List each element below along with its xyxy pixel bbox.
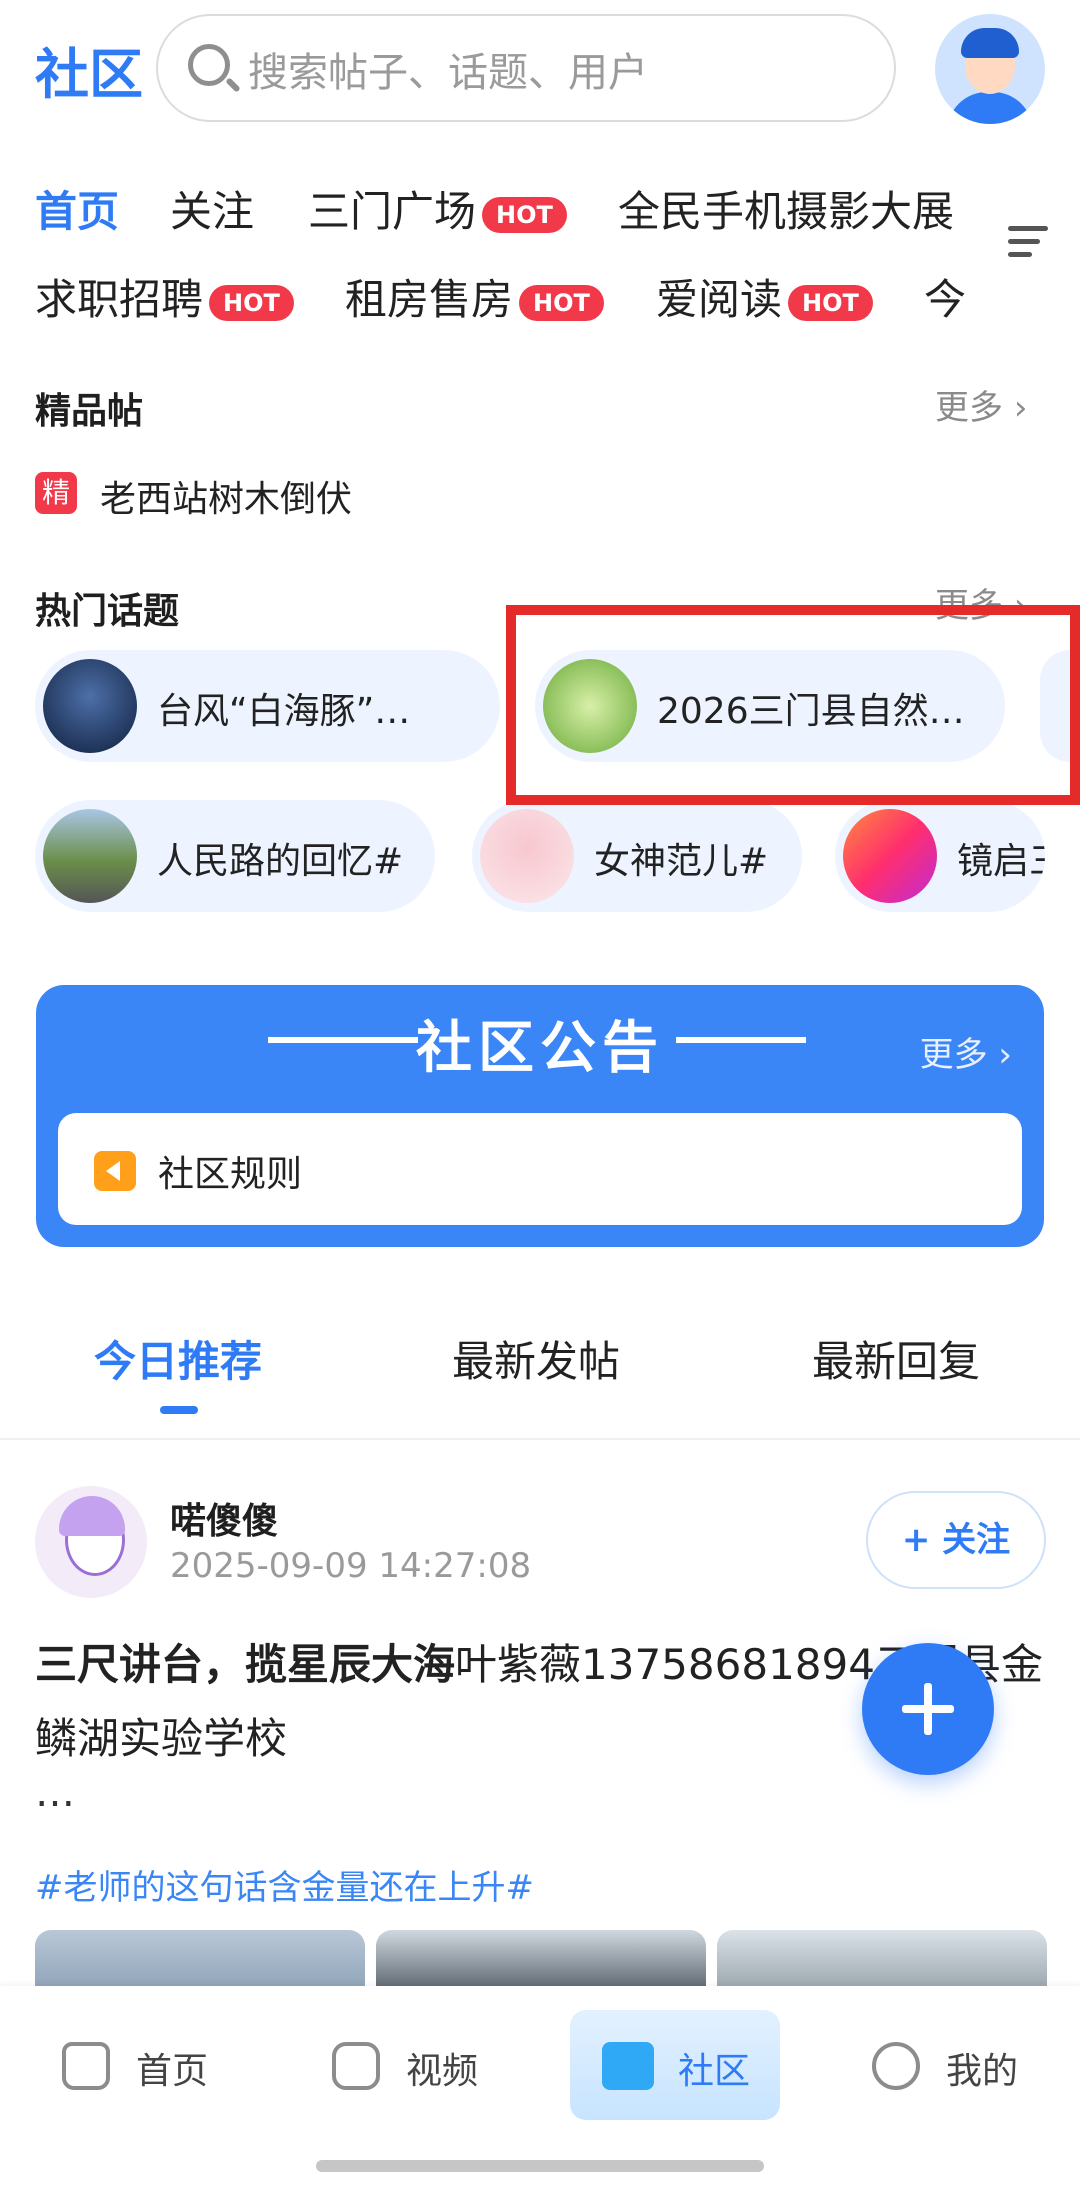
tab-reading[interactable]: 爱阅读 HOT <box>656 266 873 327</box>
post-topic-link[interactable]: #老师的这句话含金量还在上升# <box>35 1860 534 1909</box>
post-image[interactable] <box>717 1930 1047 1990</box>
hot-badge: HOT <box>482 196 567 233</box>
notice-item[interactable]: 社区规则 <box>58 1113 1022 1225</box>
post-image[interactable] <box>376 1930 706 1990</box>
notice-more-link[interactable]: 更多 › <box>920 1027 1012 1076</box>
hot-badge: HOT <box>788 284 873 321</box>
topic-chip[interactable]: 台风“白海豚”… <box>35 650 500 762</box>
search-input[interactable]: 搜索帖子、话题、用户 <box>156 14 896 122</box>
search-placeholder: 搜索帖子、话题、用户 <box>248 50 648 96</box>
menu-icon[interactable] <box>1008 226 1048 265</box>
author-avatar[interactable] <box>35 1486 147 1598</box>
follow-button[interactable]: + 关注 <box>866 1491 1046 1589</box>
hot-badge: HOT <box>519 284 604 321</box>
chevron-right-icon: › <box>1013 388 1028 428</box>
speaker-icon <box>94 1151 136 1191</box>
tab-today-recommend[interactable]: 今日推荐 <box>94 1328 262 1389</box>
topic-chip[interactable]: 女神范儿# <box>472 800 802 912</box>
topic-thumbnail <box>480 809 574 903</box>
notice-item-label: 社区规则 <box>158 1154 303 1195</box>
tab-latest-replies[interactable]: 最新回复 <box>812 1328 980 1389</box>
essence-more-link[interactable]: 更多 › <box>935 380 1027 429</box>
avatar[interactable] <box>935 14 1045 124</box>
video-icon <box>332 2042 380 2090</box>
tab-photo-exhibition[interactable]: 全民手机摄影大展 <box>618 178 954 239</box>
search-icon <box>188 44 230 86</box>
home-icon <box>62 2042 110 2090</box>
topic-thumbnail <box>43 659 137 753</box>
divider <box>0 1438 1080 1440</box>
highlight-box <box>506 605 1080 805</box>
author-name[interactable]: 喏傻傻 <box>170 1492 278 1544</box>
page-title: 社区 <box>35 43 143 106</box>
chevron-right-icon: › <box>998 1035 1012 1075</box>
topic-chip[interactable]: 镜启三 <box>835 800 1045 912</box>
tab-indicator <box>160 1406 198 1414</box>
post-ellipsis: … <box>35 1770 75 1816</box>
tab-home[interactable]: 首页 <box>35 178 119 239</box>
essence-section-title: 精品帖 <box>35 391 144 432</box>
nav-video[interactable]: 视频 <box>332 2038 582 2108</box>
camera-icon <box>843 809 937 903</box>
hot-topics-title: 热门话题 <box>35 591 180 632</box>
tab-follow[interactable]: 关注 <box>170 178 254 239</box>
home-indicator[interactable] <box>316 2160 764 2172</box>
essence-post-title[interactable]: 老西站树木倒伏 <box>100 470 352 522</box>
post-time: 2025-09-09 14:27:08 <box>170 1546 532 1586</box>
smile-icon <box>872 2042 920 2090</box>
tab-sanmen-square[interactable]: 三门广场 HOT <box>308 178 567 239</box>
tab-more-partial[interactable]: 今 <box>924 266 966 327</box>
nav-home[interactable]: 首页 <box>62 2038 312 2108</box>
nav-community[interactable]: 社区 <box>602 2038 802 2108</box>
topic-thumbnail <box>43 809 137 903</box>
post-image[interactable] <box>35 1930 365 1990</box>
hot-badge: HOT <box>209 284 294 321</box>
topic-chip[interactable]: 人民路的回忆# <box>35 800 435 912</box>
notice-title: 社区公告 <box>416 1016 664 1081</box>
tab-jobs[interactable]: 求职招聘 HOT <box>35 266 294 327</box>
tab-latest-posts[interactable]: 最新发帖 <box>452 1328 620 1389</box>
nav-me[interactable]: 我的 <box>872 2038 1072 2108</box>
community-notice: 社区公告 更多 › 社区规则 <box>36 985 1044 1247</box>
tab-housing[interactable]: 租房售房 HOT <box>345 266 604 327</box>
essence-badge: 精 <box>35 472 77 514</box>
create-post-button[interactable] <box>862 1643 994 1775</box>
folder-icon <box>602 2042 654 2090</box>
